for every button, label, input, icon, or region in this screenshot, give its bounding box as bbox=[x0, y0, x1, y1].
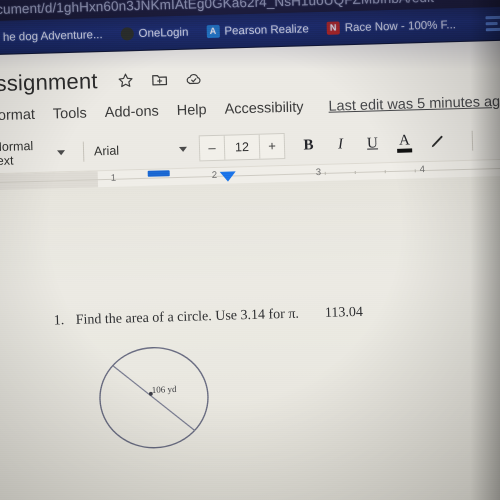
bookmark-label: Pearson Realize bbox=[224, 22, 309, 38]
question-1-number: 1. bbox=[53, 313, 65, 329]
bookmark-item-dog-adventure[interactable]: he dog Adventure... bbox=[0, 17, 112, 55]
menu-add-ons[interactable]: Add-ons bbox=[96, 103, 168, 121]
bold-button[interactable]: B bbox=[301, 137, 316, 154]
ruler-number: 4 bbox=[419, 164, 426, 176]
font-size-decrease-button[interactable]: – bbox=[199, 135, 226, 161]
bookmark-label: he dog Adventure... bbox=[2, 28, 103, 44]
text-color-button[interactable]: A bbox=[397, 131, 413, 153]
reading-list-icon[interactable] bbox=[483, 13, 500, 34]
left-indent-marker[interactable] bbox=[147, 170, 170, 177]
race-now-favicon: N bbox=[326, 21, 340, 35]
circle-diagram-svg bbox=[99, 347, 209, 449]
font-family-label: Arial bbox=[93, 143, 120, 159]
circle-figure: 106 yd bbox=[92, 341, 219, 454]
question-1-text: Find the area of a circle. Use 3.14 for … bbox=[75, 306, 300, 328]
onelogin-favicon bbox=[120, 27, 134, 41]
text-color-swatch bbox=[397, 147, 413, 153]
font-size-value[interactable]: 12 bbox=[225, 135, 260, 160]
underline-button[interactable]: U bbox=[365, 135, 380, 152]
screen-content: /document/d/1ghHxn60n3JNKmIAtEg0GKa62r4_… bbox=[0, 0, 500, 500]
menu-help[interactable]: Help bbox=[168, 102, 216, 119]
highlight-pen-icon[interactable] bbox=[429, 134, 445, 150]
move-to-folder-icon[interactable] bbox=[149, 70, 169, 90]
question-1-answer: 113.04 bbox=[324, 304, 364, 321]
toolbar-divider bbox=[83, 141, 85, 162]
ruler-number: 3 bbox=[315, 166, 322, 179]
google-docs-app: assignment Format Tools Add-ons Help Acc… bbox=[0, 40, 500, 500]
italic-button[interactable]: I bbox=[333, 136, 348, 153]
bookmark-item-race-now[interactable]: N Race Now - 100% F... bbox=[317, 7, 465, 45]
page-surface: 1. Find the area of a circle. Use 3.14 f… bbox=[0, 175, 500, 500]
bookmark-label: Race Now - 100% F... bbox=[344, 18, 457, 34]
bookmark-label: OneLogin bbox=[138, 26, 189, 40]
menu-accessibility[interactable]: Accessibility bbox=[215, 99, 312, 118]
pearson-favicon: A bbox=[206, 24, 220, 39]
ruler-number: 2 bbox=[211, 169, 218, 182]
cloud-status-icon[interactable] bbox=[183, 69, 203, 89]
circle-measure-label: 106 yd bbox=[151, 383, 177, 396]
chevron-down-icon bbox=[57, 149, 66, 155]
document-title[interactable]: assignment bbox=[0, 68, 98, 97]
star-icon[interactable] bbox=[115, 71, 135, 91]
menu-format[interactable]: Format bbox=[0, 107, 44, 125]
chevron-down-icon bbox=[178, 146, 188, 152]
text-color-letter: A bbox=[398, 131, 411, 149]
photo-of-screen: /document/d/1ghHxn60n3JNKmIAtEg0GKa62r4_… bbox=[0, 0, 500, 500]
bookmark-item-pearson-realize[interactable]: A Pearson Realize bbox=[197, 12, 318, 49]
paragraph-style-label: Normal text bbox=[0, 139, 34, 169]
first-line-indent-marker[interactable] bbox=[219, 171, 236, 182]
paragraph-style-dropdown[interactable]: Normal text bbox=[0, 138, 74, 168]
document-page[interactable]: 1. Find the area of a circle. Use 3.14 f… bbox=[0, 175, 500, 500]
menu-tools[interactable]: Tools bbox=[44, 105, 96, 123]
question-1-line: 1. Find the area of a circle. Use 3.14 f… bbox=[54, 301, 500, 330]
font-size-increase-button[interactable]: + bbox=[258, 134, 285, 159]
font-family-dropdown[interactable]: Arial bbox=[93, 142, 188, 159]
font-size-stepper[interactable]: – 12 + bbox=[198, 132, 286, 162]
last-edit-status[interactable]: Last edit was 5 minutes ag bbox=[328, 94, 500, 115]
toolbar-divider bbox=[471, 130, 474, 151]
bookmark-item-onelogin[interactable]: OneLogin bbox=[111, 15, 198, 51]
ruler-number: 1 bbox=[110, 172, 117, 184]
diameter-line bbox=[112, 365, 196, 432]
